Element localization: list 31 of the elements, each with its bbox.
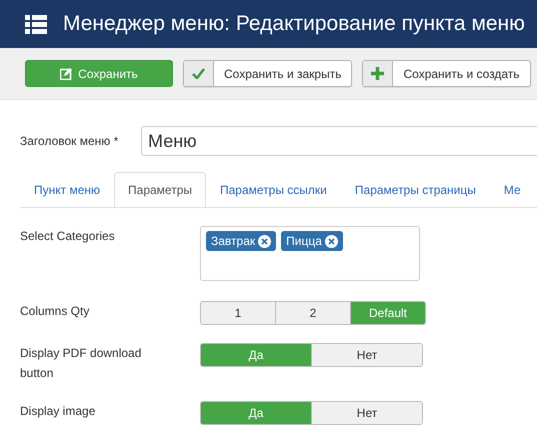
- tab[interactable]: Ме: [490, 172, 535, 207]
- edit-icon: [60, 68, 72, 80]
- category-tag: Пицца: [281, 231, 343, 251]
- save-button[interactable]: Сохранить: [25, 60, 173, 87]
- plus-icon: [371, 67, 384, 80]
- field-label: Display PDF download button: [20, 345, 142, 382]
- option-button[interactable]: Нет: [312, 344, 422, 366]
- option-button[interactable]: Да: [201, 402, 312, 424]
- tab[interactable]: Параметры ссылки: [206, 172, 341, 207]
- field-label: Заголовок меню *: [20, 134, 120, 148]
- tab[interactable]: Параметры: [114, 172, 206, 207]
- remove-icon[interactable]: [324, 234, 338, 248]
- field-label: Select Categories: [20, 228, 116, 245]
- field-label: Display image: [20, 403, 96, 420]
- option-button[interactable]: Нет: [312, 402, 422, 424]
- tab[interactable]: Пункт меню: [20, 172, 114, 207]
- option-button[interactable]: 1: [201, 302, 276, 324]
- tab[interactable]: Параметры страницы: [340, 172, 490, 207]
- title-input[interactable]: Меню: [141, 126, 537, 156]
- list-icon: [25, 14, 47, 34]
- toolbar-button[interactable]: Сохранить и создать: [362, 60, 531, 87]
- check-icon: [192, 68, 205, 79]
- option-button[interactable]: Default: [351, 302, 425, 324]
- toolbar-button[interactable]: Сохранить и закрыть: [183, 60, 352, 87]
- category-tag: Завтрак: [206, 231, 276, 251]
- remove-icon[interactable]: [258, 234, 272, 248]
- page-title: Менеджер меню: Редактирование пункта меню: [63, 12, 525, 36]
- option-button[interactable]: Да: [201, 344, 312, 366]
- tags-field[interactable]: Завтрак Пицца: [200, 226, 420, 281]
- field-label: Columns Qty: [20, 303, 90, 320]
- option-button[interactable]: 2: [276, 302, 351, 324]
